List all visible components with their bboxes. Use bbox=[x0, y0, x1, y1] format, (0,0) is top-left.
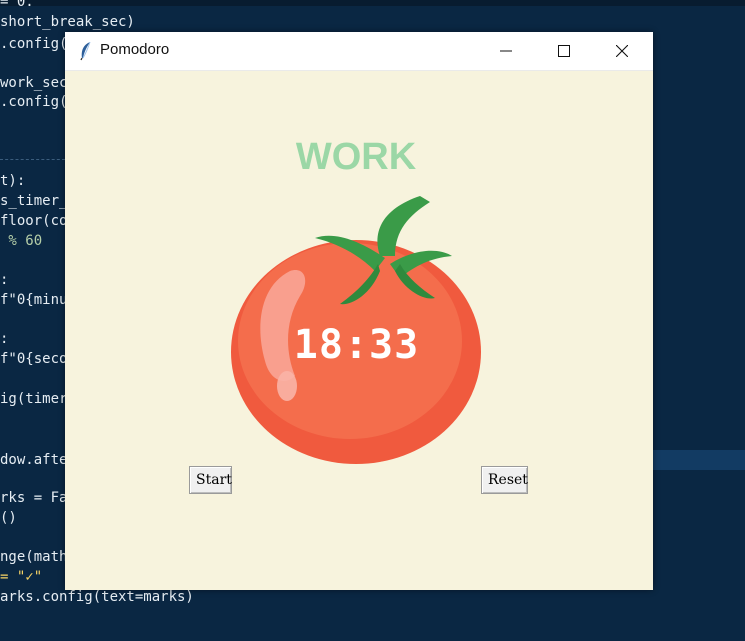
code-line: : bbox=[0, 331, 9, 347]
window-title: Pomodoro bbox=[100, 41, 170, 58]
maximize-button[interactable] bbox=[541, 32, 587, 70]
code-line: : bbox=[0, 272, 9, 288]
start-button[interactable]: Start bbox=[189, 466, 232, 494]
editor-current-line-highlight bbox=[653, 450, 745, 470]
code-line: t): bbox=[0, 173, 26, 189]
code-line: = 0. bbox=[0, 0, 34, 10]
editor-separator bbox=[0, 159, 65, 160]
minimize-button[interactable] bbox=[483, 32, 529, 70]
title-bar[interactable]: Pomodoro bbox=[65, 32, 653, 71]
minimize-icon bbox=[500, 50, 512, 52]
code-line: () bbox=[0, 510, 17, 526]
code-line: = "✓" bbox=[0, 569, 43, 585]
code-line: arks.config(text=marks) bbox=[0, 589, 194, 605]
close-icon bbox=[616, 45, 628, 57]
maximize-icon bbox=[558, 45, 570, 57]
code-line: short_break_sec) bbox=[0, 14, 135, 30]
code-line: % 60 bbox=[0, 233, 43, 249]
editor-top-strip bbox=[0, 0, 745, 6]
mode-heading: WORK bbox=[295, 136, 417, 178]
feather-icon bbox=[79, 41, 93, 61]
close-button[interactable] bbox=[599, 32, 645, 70]
timer-display: 18:33 bbox=[293, 322, 420, 368]
pomodoro-window: Pomodoro WORK 18:33 Start Reset bbox=[65, 32, 653, 590]
reset-button[interactable]: Reset bbox=[481, 466, 528, 494]
